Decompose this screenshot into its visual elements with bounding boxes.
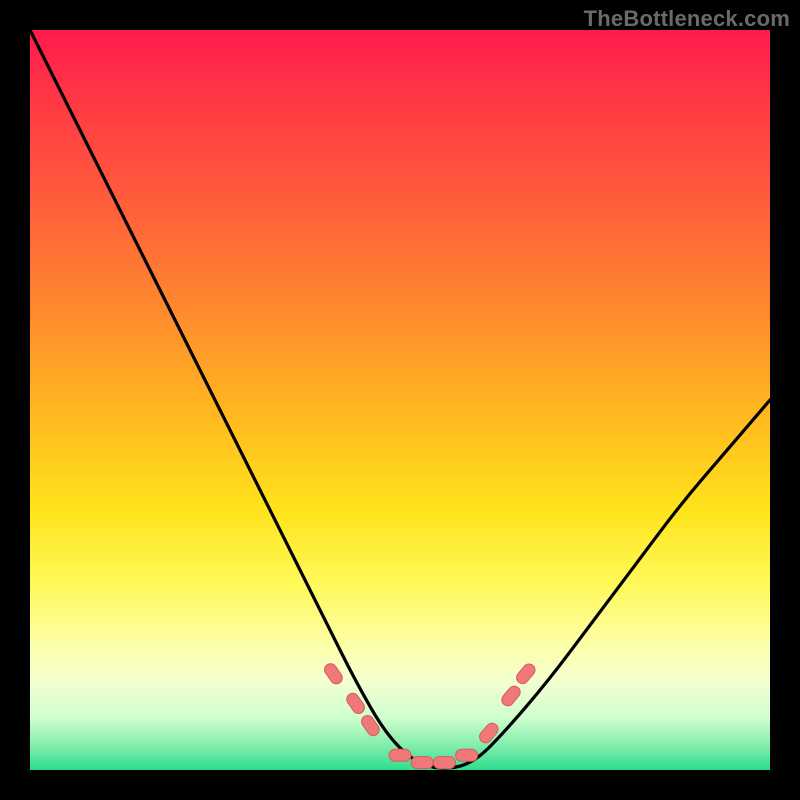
curve-marker xyxy=(499,684,522,709)
curve-marker xyxy=(359,713,381,738)
curve-marker xyxy=(322,661,344,686)
curve-marker xyxy=(514,662,537,687)
bottleneck-curve xyxy=(30,30,770,768)
curve-marker xyxy=(389,749,411,761)
curve-marker xyxy=(456,749,478,761)
chart-frame: TheBottleneck.com xyxy=(0,0,800,800)
watermark-text: TheBottleneck.com xyxy=(584,6,790,32)
plot-area xyxy=(30,30,770,770)
bottleneck-curve-svg xyxy=(30,30,770,770)
curve-marker xyxy=(411,757,433,769)
curve-marker xyxy=(433,757,455,769)
